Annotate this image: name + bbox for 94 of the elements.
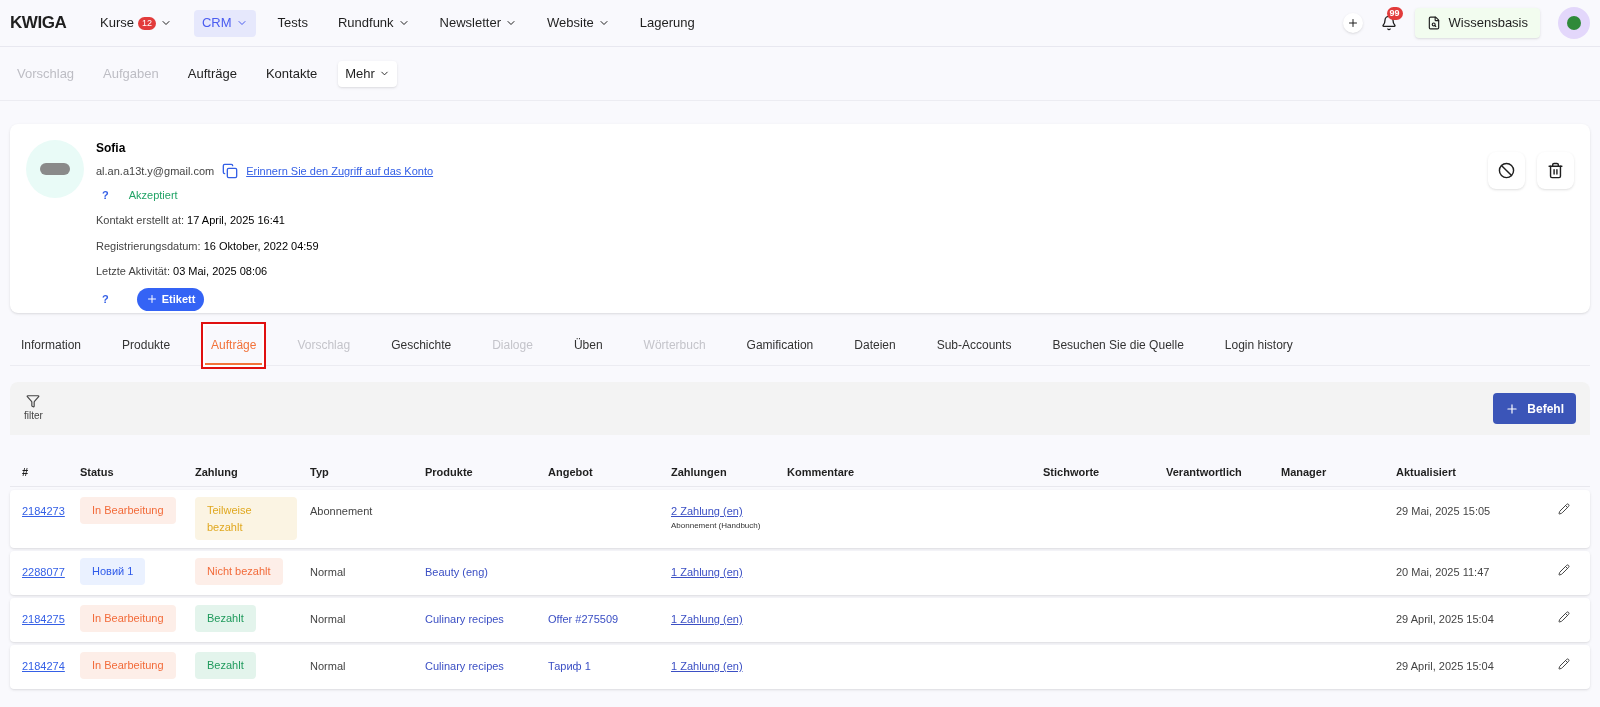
edit-icon[interactable] [1558, 658, 1570, 670]
copy-icon[interactable] [222, 163, 239, 180]
status-badge: In Bearbeitung [80, 652, 176, 679]
plus-icon [1505, 401, 1520, 416]
column-header: Status [80, 465, 115, 481]
product-link[interactable]: Culinary recipes [425, 611, 548, 628]
payments-link[interactable]: 1 Zahlung (en) [671, 611, 787, 628]
detail-text: Letzte Aktivität: 03 Mai, 2025 08:06 [96, 264, 269, 279]
nav-item[interactable]: CRM [194, 9, 256, 37]
column-header: Angebot [548, 465, 594, 481]
nav-item[interactable]: Newsletter [431, 9, 525, 37]
product-link[interactable]: Culinary recipes [425, 658, 548, 675]
tab[interactable]: Login history [1218, 326, 1299, 365]
contact-email: al.an.a13t.y@gmail.com [96, 164, 215, 179]
tab[interactable]: Information [15, 326, 88, 365]
offer-link[interactable]: Offer #275509 [548, 611, 671, 628]
add-order-button[interactable]: Befehl [1493, 393, 1576, 424]
avatar-icon[interactable] [1558, 7, 1590, 39]
column-header: Verantwortlich [1166, 465, 1243, 481]
help-mark[interactable]: ? [102, 290, 109, 308]
status-badge: In Bearbeitung [80, 497, 176, 524]
edit-icon[interactable] [1558, 503, 1570, 515]
filter-button[interactable]: filter [24, 394, 43, 423]
payment-badge: Bezahlt [195, 652, 256, 679]
delete-button[interactable] [1537, 152, 1574, 189]
table-cell-text: Abonnement [310, 504, 374, 519]
order-link[interactable]: 2184273 [22, 503, 80, 520]
payments-link[interactable]: 1 Zahlung (en) [671, 658, 787, 675]
table-cell-text: Normal [310, 659, 347, 674]
edit-icon[interactable] [1558, 611, 1570, 623]
table-cell-text: 29 April, 2025 15:04 [1396, 612, 1495, 627]
add-button[interactable] [1342, 13, 1363, 33]
column-header: Typ [310, 465, 330, 481]
status-badge: Новий 1 [80, 558, 146, 585]
status-text: Akzeptiert [128, 187, 178, 203]
tab[interactable]: Produkte [116, 326, 177, 365]
logo[interactable]: KWIGA [10, 10, 92, 36]
table-cell-text: Normal [310, 565, 347, 580]
detail-text: Kontakt erstellt at: 17 April, 2025 16:41 [96, 213, 286, 228]
table-cell-text: 29 Mai, 2025 15:05 [1396, 504, 1492, 519]
document-search-icon [1426, 16, 1441, 30]
offer-link[interactable]: Тариф 1 [548, 658, 671, 675]
trash-icon [1547, 162, 1564, 179]
bell-icon[interactable] [1380, 15, 1397, 31]
count-badge: 12 [137, 16, 156, 30]
column-header: Produkte [425, 465, 474, 481]
payments-note: Abonnement (Handbuch) [671, 519, 762, 532]
column-header: Manager [1281, 465, 1328, 481]
status-badge: In Bearbeitung [80, 605, 176, 632]
tab[interactable]: Besuchen Sie die Quelle [1046, 326, 1190, 365]
payment-badge: Bezahlt [195, 605, 256, 632]
nav-item[interactable]: Website [539, 9, 618, 37]
plus-icon [1346, 17, 1359, 29]
table-cell-text: 20 Mai, 2025 11:47 [1396, 565, 1491, 580]
table-cell-text: 29 April, 2025 15:04 [1396, 659, 1495, 674]
order-link[interactable]: 2184274 [22, 658, 80, 675]
tab[interactable]: Dateien [848, 326, 902, 365]
tab[interactable]: Geschichte [385, 326, 458, 365]
column-header: Zahlungen [671, 465, 728, 481]
column-header: Aktualisiert [1396, 465, 1457, 481]
nav-item[interactable]: Kurse 12 [92, 9, 180, 37]
product-link[interactable]: Beauty (eng) [425, 564, 548, 581]
remind-link[interactable]: Erinnern Sie den Zugriff auf das Konto [246, 163, 434, 180]
edit-icon[interactable] [1558, 564, 1570, 576]
order-link[interactable]: 2184275 [22, 611, 80, 628]
nav-item[interactable]: Lagerung [631, 9, 703, 37]
contact-name: Sofia [96, 140, 127, 157]
column-header: Stichworte [1043, 465, 1101, 481]
more-dropdown[interactable]: Mehr [338, 60, 397, 87]
payment-badge: Nicht bezahlt [195, 558, 283, 585]
payments-link[interactable]: 2 Zahlung (en) [671, 503, 787, 520]
nav-item[interactable]: Rundfunk [329, 9, 418, 37]
subnav-link[interactable]: Kontakte [265, 63, 318, 84]
column-header: # [22, 465, 30, 481]
notification-badge: 99 [1386, 7, 1403, 20]
tag-button[interactable]: Etikett [136, 287, 205, 311]
block-icon [1498, 162, 1515, 179]
order-link[interactable]: 2288077 [22, 564, 80, 581]
tab[interactable]: Sub-Accounts [930, 326, 1018, 365]
payments-link[interactable]: 1 Zahlung (en) [671, 564, 787, 581]
tab[interactable]: Gamification [740, 326, 820, 365]
plus-icon [145, 293, 158, 305]
help-mark[interactable]: ? [102, 186, 109, 203]
detail-text: Registrierungsdatum: 16 Oktober, 2022 04:59 [96, 238, 320, 254]
knowledge-base-button[interactable]: Wissensbasis [1414, 8, 1540, 38]
table-cell-text: Normal [310, 612, 347, 627]
column-header: Zahlung [195, 465, 239, 481]
block-button[interactable] [1488, 152, 1525, 189]
column-header: Kommentare [787, 465, 856, 481]
filter-icon [26, 394, 41, 408]
nav-item[interactable]: Tests [269, 9, 316, 37]
subnav-link[interactable]: Aufträge [187, 63, 237, 84]
tab[interactable]: Üben [567, 326, 609, 365]
payment-badge: Teilweise bezahlt [195, 497, 297, 540]
